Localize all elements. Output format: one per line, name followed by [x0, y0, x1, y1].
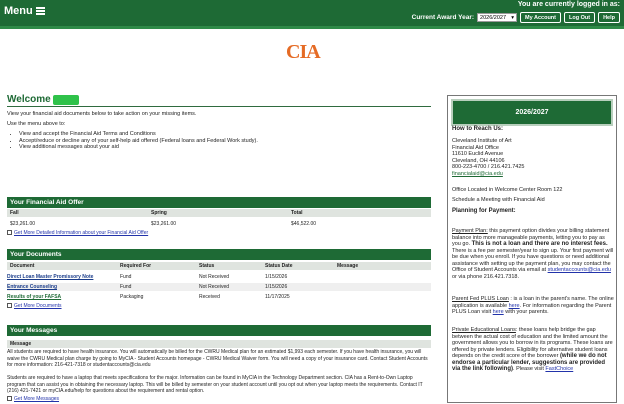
- private-loans-label: Private Educational Loans: [452, 327, 516, 333]
- intro-bullet: View additional messages about your aid: [19, 144, 427, 151]
- welcome-title: Welcome: [7, 94, 51, 105]
- payment-plan-text-3: or via phone 216.421.7318.: [452, 273, 519, 280]
- redacted-name: [52, 94, 79, 105]
- welcome-intro: View your financial aid documents below …: [7, 111, 427, 151]
- get-more-messages-link[interactable]: Get More Messages: [14, 396, 59, 402]
- messages-more-row: Get More Messages: [7, 396, 59, 402]
- required-for: Fund: [120, 274, 132, 280]
- status-date: 1/15/2026: [265, 274, 288, 280]
- planning-title: Planning for Payment:: [452, 208, 614, 215]
- log-out-button[interactable]: Log Out: [564, 12, 596, 23]
- welcome-divider: [7, 106, 431, 107]
- award-year-select[interactable]: 2026/2027 ▾: [477, 13, 518, 22]
- payment-plan-text: Payment Plan: this payment option divide…: [452, 228, 614, 280]
- col-spring: Spring: [151, 210, 167, 216]
- messages-heading: Your Messages: [7, 325, 431, 336]
- my-account-button[interactable]: My Account: [520, 12, 561, 23]
- required-for: Fund: [120, 284, 132, 290]
- private-loans-text: Private Educational Loans: these loans h…: [452, 327, 614, 373]
- top-bar: Menu You are currently logged in as: Cur…: [0, 0, 624, 26]
- document-link[interactable]: Direct Loan Master Promissory Note: [7, 274, 93, 280]
- offer-spring-value: $23,261.00: [151, 221, 177, 227]
- col-status: Status: [199, 263, 215, 269]
- document-link[interactable]: Results of your FAFSA: [7, 294, 61, 300]
- intro-text: View your financial aid documents below …: [7, 111, 197, 117]
- schedule-meeting-link[interactable]: Schedule a Meeting with Financial Aid: [452, 197, 614, 204]
- plus-loan-label: Parent Fed PLUS Loan: [452, 296, 509, 302]
- status: Not Received: [199, 274, 230, 280]
- message-health: All students are required to have health…: [7, 349, 428, 368]
- plus-loan-text-3: with your parents.: [503, 309, 549, 315]
- documents-heading: Your Documents: [7, 249, 431, 260]
- col-status-date: Status Date: [265, 263, 293, 269]
- messages-columns: Message: [7, 340, 431, 348]
- award-year-label: Current Award Year:: [411, 14, 475, 21]
- col-message-header: Message: [10, 341, 32, 347]
- hamburger-icon: [35, 6, 45, 16]
- menu-button[interactable]: Menu: [4, 5, 45, 17]
- table-row: Entrance Counseling Fund Not Received 1/…: [7, 283, 431, 291]
- reach-title-text: How to Reach Us:: [452, 126, 504, 132]
- message-laptop: Students are required to have a laptop t…: [7, 375, 423, 394]
- documents-more-row: Get More Documents: [7, 303, 62, 309]
- cia-logo: CIA: [286, 41, 321, 63]
- document-link[interactable]: Entrance Counseling: [7, 284, 57, 290]
- link-box-icon: [7, 230, 12, 235]
- reach-title: How to Reach Us:: [452, 126, 614, 133]
- welcome-heading: Welcome: [7, 94, 79, 105]
- help-button[interactable]: Help: [598, 12, 620, 23]
- col-fall: Fall: [10, 210, 19, 216]
- contact-address: Cleveland Institute of Art Financial Aid…: [452, 138, 614, 177]
- status-date: 1/15/2026: [265, 284, 288, 290]
- col-total: Total: [291, 210, 303, 216]
- table-row: Results of your FAFSA Packaging Received…: [7, 293, 431, 301]
- payment-plan-label: Payment Plan:: [452, 228, 488, 234]
- offer-heading: Your Financial Aid Offer: [7, 197, 431, 208]
- status: Received: [199, 294, 220, 300]
- planning-title-text: Planning for Payment:: [452, 208, 516, 214]
- offer-details-row: Get More Detailed Information about your…: [7, 230, 148, 236]
- plus-info-link[interactable]: here: [493, 309, 504, 315]
- plus-application-link[interactable]: here: [509, 303, 520, 309]
- menu-label: Menu: [4, 5, 33, 17]
- student-accounts-email-link[interactable]: studentaccounts@cia.edu: [548, 267, 611, 273]
- get-more-documents-link[interactable]: Get More Documents: [14, 303, 62, 309]
- intro-list: View and accept the Financial Aid Terms …: [19, 131, 427, 151]
- award-year-row: Current Award Year: 2026/2027 ▾ My Accou…: [412, 12, 620, 23]
- fastchoice-link[interactable]: FastChoice: [545, 366, 573, 372]
- header-divider: [0, 26, 624, 29]
- required-for: Packaging: [120, 294, 144, 300]
- col-document: Document: [10, 263, 35, 269]
- offer-columns: Fall Spring Total: [7, 209, 431, 217]
- link-box-icon: [7, 303, 12, 308]
- intro-menu-text: Use the menu above to:: [7, 121, 66, 127]
- office-location: Office Located in Welcome Center Room 12…: [452, 187, 563, 193]
- plus-loan-text: Parent Fed PLUS Loan : is a loan in the …: [452, 296, 614, 316]
- panel-year: 2026/2027: [451, 99, 613, 126]
- offer-fall-value: $23,261.00: [10, 221, 36, 227]
- info-panel: 2026/2027 How to Reach Us: Cleveland Ins…: [447, 95, 617, 403]
- offer-total-value: $46,522.00: [291, 221, 317, 227]
- table-row: Direct Loan Master Promissory Note Fund …: [7, 273, 431, 281]
- award-year-value: 2026/2027: [480, 15, 507, 21]
- offer-details-link[interactable]: Get More Detailed Information about your…: [14, 230, 148, 236]
- status: Not Received: [199, 284, 230, 290]
- col-message: Message: [337, 263, 359, 269]
- link-box-icon: [7, 396, 12, 401]
- logged-in-text: You are currently logged in as:: [517, 1, 620, 8]
- private-loans-text-2: . Please visit: [513, 366, 546, 372]
- status-date: 11/17/2025: [265, 294, 290, 300]
- select-arrow-icon: ▾: [511, 15, 515, 21]
- col-required-for: Required For: [120, 263, 152, 269]
- payment-plan-bold: This is not a loan and there are no inte…: [471, 241, 608, 247]
- financial-aid-email-link[interactable]: financialaid@cia.edu: [452, 171, 614, 178]
- documents-columns: Document Required For Status Status Date…: [7, 262, 431, 270]
